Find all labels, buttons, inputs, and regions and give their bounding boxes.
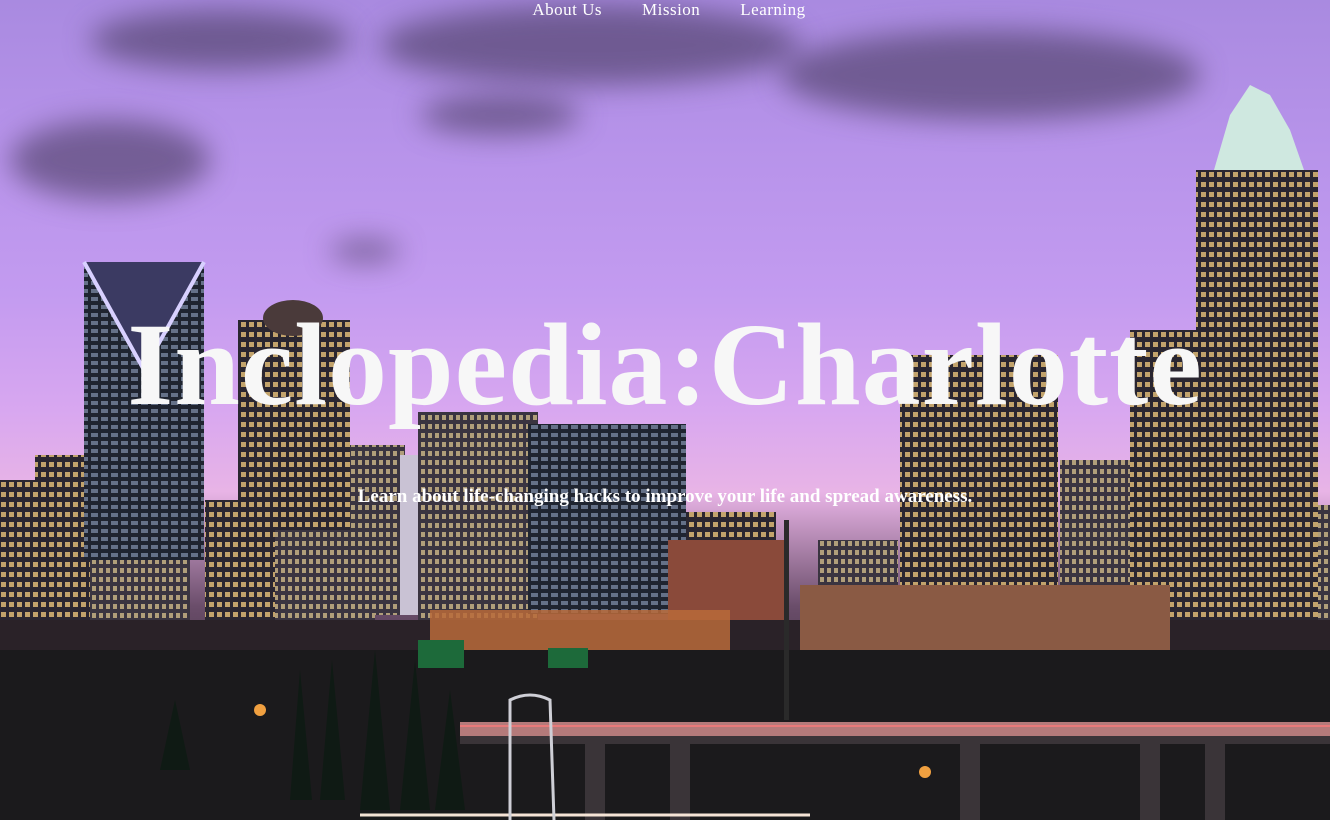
hero-subtitle: Learn about life-changing hacks to impro… [357,486,973,507]
nav-link-learning[interactable]: Learning [740,0,805,24]
top-nav: About Us Mission Learning [0,0,1330,24]
hero-title: Inclopedia:Charlotte [127,299,1203,430]
hero-section: About Us Mission Learning Inclopedia:Cha… [0,0,1330,820]
nav-link-mission[interactable]: Mission [642,0,700,24]
nav-link-about-us[interactable]: About Us [532,0,602,24]
